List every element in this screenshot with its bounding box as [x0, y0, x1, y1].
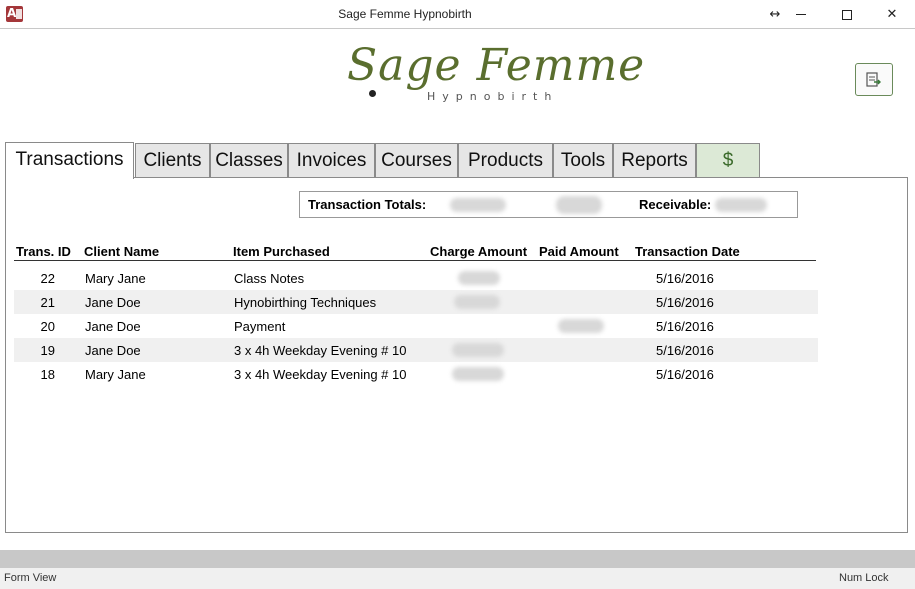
date-cell: 5/16/2016	[656, 319, 714, 334]
window-title: Sage Femme Hypnobirth	[338, 7, 472, 21]
col-header-paid-amount: Paid Amount	[539, 244, 619, 259]
col-header-trans-id: Trans. ID	[16, 244, 71, 259]
table-row[interactable]: 20 Jane Doe Payment 5/16/2016	[14, 314, 818, 338]
maximize-button[interactable]	[824, 0, 870, 29]
date-cell: 5/16/2016	[656, 343, 714, 358]
charge-amount-redacted	[452, 367, 504, 381]
transaction-total-value-redacted	[450, 198, 506, 212]
client-name-cell: Jane Doe	[85, 343, 141, 358]
maximize-icon	[842, 9, 852, 20]
col-header-item-purchased: Item Purchased	[233, 244, 330, 259]
transaction-total-value-redacted-2	[556, 196, 602, 214]
date-cell: 5/16/2016	[656, 295, 714, 310]
client-name-cell: Mary Jane	[85, 367, 146, 382]
item-cell: Hynobirthing Techniques	[234, 295, 377, 310]
trans-id-cell: 19	[40, 343, 55, 358]
sage-femme-logo: Sage Femme Hypnobirth	[345, 40, 644, 110]
client-name-cell: Jane Doe	[85, 319, 141, 334]
receivable-label: Receivable:	[639, 197, 712, 212]
charge-amount-redacted	[458, 271, 500, 285]
tab-courses[interactable]: Courses	[375, 143, 458, 178]
item-cell: Payment	[234, 319, 286, 334]
receivable-value-redacted	[715, 198, 767, 212]
table-row[interactable]: 18 Mary Jane 3 x 4h Weekday Evening # 10…	[14, 362, 818, 386]
tab-invoices[interactable]: Invoices	[288, 143, 375, 178]
col-header-charge-amount: Charge Amount	[430, 244, 528, 259]
logo-dot	[369, 90, 376, 97]
date-cell: 5/16/2016	[656, 271, 714, 286]
tab-clients[interactable]: Clients	[135, 143, 210, 178]
trans-id-cell: 20	[40, 319, 55, 334]
paid-amount-redacted	[558, 319, 604, 333]
export-icon	[866, 71, 881, 87]
client-name-cell: Mary Jane	[85, 271, 146, 286]
record-navigation-bar	[0, 550, 915, 568]
trans-id-cell: 21	[40, 295, 55, 310]
header-divider	[14, 260, 816, 261]
status-view-mode: Form View	[4, 572, 57, 584]
charge-amount-redacted	[452, 343, 504, 357]
title-bar: Sage Femme Hypnobirth ↔ ✕	[0, 0, 915, 29]
minimize-button[interactable]	[778, 0, 824, 29]
tab-reports[interactable]: Reports	[613, 143, 696, 178]
export-button[interactable]	[855, 63, 893, 96]
tab-payments[interactable]: $	[696, 143, 760, 178]
tab-tools[interactable]: Tools	[553, 143, 613, 178]
item-cell: Class Notes	[234, 271, 305, 286]
tab-products[interactable]: Products	[458, 143, 553, 178]
tab-classes[interactable]: Classes	[210, 143, 288, 178]
transaction-totals-label: Transaction Totals:	[308, 197, 427, 212]
table-row[interactable]: 21 Jane Doe Hynobirthing Techniques 5/16…	[14, 290, 818, 314]
charge-amount-redacted	[454, 295, 500, 309]
close-button[interactable]: ✕	[869, 0, 915, 29]
trans-id-cell: 22	[40, 271, 55, 286]
trans-id-cell: 18	[40, 367, 55, 382]
logo-sub-text: Hypnobirth	[427, 90, 559, 103]
col-header-client-name: Client Name	[84, 244, 160, 259]
status-bar: Form View Num Lock	[0, 568, 915, 589]
totals-box: Transaction Totals: Receivable:	[299, 191, 798, 218]
client-name-cell: Jane Doe	[85, 295, 141, 310]
item-cell: 3 x 4h Weekday Evening # 10	[234, 367, 407, 382]
table-row[interactable]: 19 Jane Doe 3 x 4h Weekday Evening # 10 …	[14, 338, 818, 362]
date-cell: 5/16/2016	[656, 367, 714, 382]
logo-main-text: Sage Femme	[347, 40, 646, 91]
tab-transactions[interactable]: Transactions	[5, 142, 134, 179]
item-cell: 3 x 4h Weekday Evening # 10	[234, 343, 407, 358]
col-header-transaction-date: Transaction Date	[635, 244, 740, 259]
table-row[interactable]: 22 Mary Jane Class Notes 5/16/2016	[14, 266, 818, 290]
minimize-icon	[796, 14, 806, 15]
status-num-lock: Num Lock	[839, 572, 889, 584]
